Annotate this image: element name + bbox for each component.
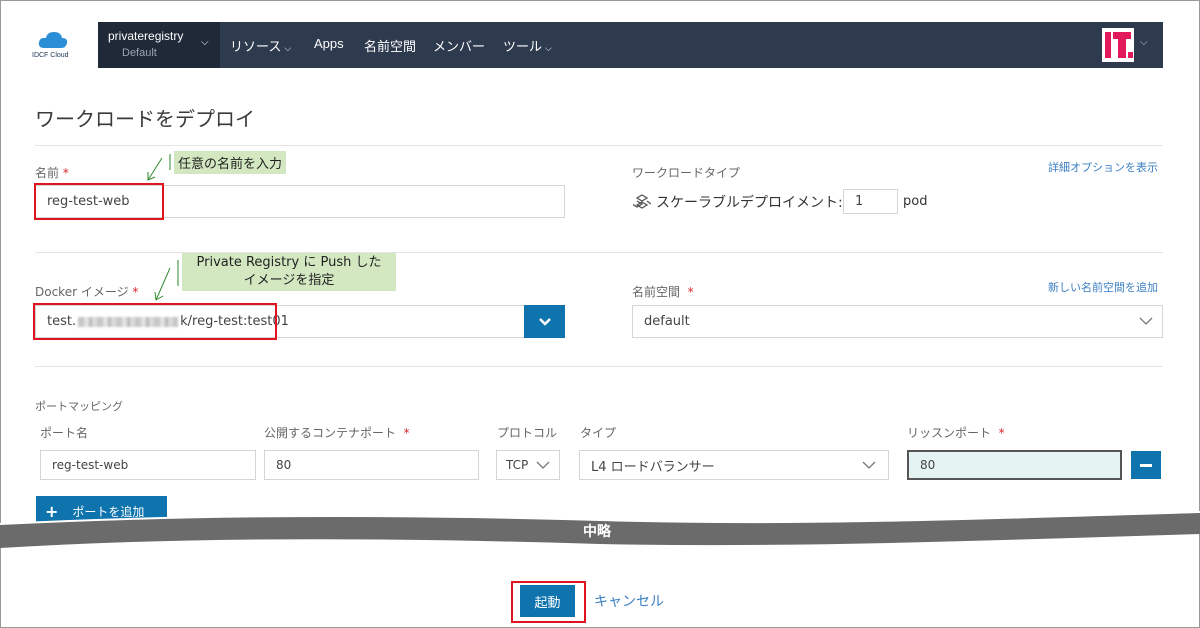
annotation-line: Private Registry に Push した — [196, 255, 382, 270]
protocol-select[interactable]: TCP — [496, 450, 560, 480]
advanced-options-link[interactable]: 詳細オプションを表示 — [1048, 159, 1158, 175]
nav-label: Apps — [314, 36, 344, 51]
docker-image-dropdown-button[interactable] — [524, 305, 565, 338]
nav-item-apps[interactable]: Apps — [314, 36, 344, 51]
chevron-down-icon: ⌵ — [201, 37, 209, 48]
deployment-icon — [631, 193, 652, 215]
project-selector[interactable]: privateregistry Default ⌵ — [98, 22, 220, 68]
top-navbar: privateregistry Default ⌵ リソース ⌵ Apps 名前空… — [98, 22, 1163, 68]
highlight-box-launch — [511, 581, 586, 623]
namespace-value: default — [644, 314, 690, 329]
annotation-docker-note: Private Registry に Push した イメージを指定 — [182, 253, 396, 291]
pod-count-input[interactable]: 1 — [843, 189, 898, 214]
cancel-link[interactable]: キャンセル — [594, 591, 664, 611]
user-avatar[interactable] — [1102, 28, 1134, 62]
name-label: 名前 * — [35, 166, 69, 180]
remove-port-button[interactable] — [1131, 451, 1161, 479]
nav-label: ツール — [503, 39, 543, 54]
namespace-label: 名前空間 * — [632, 285, 694, 299]
docker-image-label: Docker イメージ * — [35, 285, 139, 299]
workload-type-label: ワークロードタイプ — [632, 166, 741, 180]
annotation-name-note: 任意の名前を入力 — [174, 151, 287, 174]
nav-item-resources[interactable]: リソース ⌵ — [230, 36, 291, 55]
nav-item-members[interactable]: メンバー — [433, 36, 485, 55]
pod-count-value: 1 — [855, 194, 864, 209]
chevron-down-icon: ⌵ — [545, 43, 552, 53]
port-name-input[interactable]: reg-test-web — [40, 450, 256, 480]
idcf-logo[interactable]: IDCF Cloud — [30, 30, 78, 64]
chevron-down-icon — [862, 461, 876, 469]
nav-label: リソース — [230, 39, 282, 54]
project-name: privateregistry — [108, 29, 184, 43]
divider — [35, 145, 1163, 146]
nav-item-namespaces[interactable]: 名前空間 — [364, 36, 416, 55]
chevron-down-icon — [1139, 317, 1153, 325]
page-title: ワークロードをデプロイ — [35, 107, 255, 131]
project-environment: Default — [122, 47, 157, 59]
omitted-label: 中略 — [583, 524, 611, 540]
nav-label: 名前空間 — [364, 39, 417, 54]
listen-port-header: リッスンポート * — [907, 426, 1005, 440]
add-namespace-link[interactable]: 新しい名前空間を追加 — [1048, 279, 1158, 295]
pod-unit: pod — [903, 194, 928, 209]
chevron-down-icon — [536, 461, 550, 469]
container-port-input[interactable]: 80 — [264, 450, 479, 480]
port-mapping-label: ポートマッピング — [35, 400, 123, 413]
highlight-box-docker — [33, 303, 277, 340]
container-port-value: 80 — [276, 458, 292, 472]
namespace-select[interactable]: default — [632, 305, 1163, 338]
nav-item-tools[interactable]: ツール ⌵ — [503, 36, 552, 55]
annotation-line: イメージを指定 — [243, 273, 335, 288]
port-name-value: reg-test-web — [52, 458, 129, 472]
protocol-value: TCP — [506, 458, 528, 472]
port-name-header: ポート名 — [40, 426, 89, 440]
service-type-select[interactable]: L4 ロードバランサー — [579, 450, 889, 480]
chevron-down-icon[interactable]: ⌵ — [1140, 37, 1148, 48]
chevron-down-icon: ⌵ — [284, 43, 292, 53]
listen-port-input[interactable]: 80 — [907, 450, 1122, 480]
cloud-icon — [38, 32, 68, 48]
service-type-value: L4 ロードバランサー — [591, 459, 715, 475]
divider — [35, 366, 1163, 367]
logo-text: IDCF Cloud — [32, 52, 69, 59]
workload-type-value: スケーラブルデプロイメント: — [656, 195, 843, 211]
container-port-header: 公開するコンテナポート * — [264, 426, 410, 440]
chevron-down-icon — [538, 317, 551, 326]
protocol-header: プロトコル — [497, 426, 558, 440]
type-header: タイプ — [580, 426, 617, 440]
minus-icon — [1140, 463, 1152, 467]
listen-port-value: 80 — [920, 458, 936, 472]
nav-label: メンバー — [433, 39, 486, 54]
